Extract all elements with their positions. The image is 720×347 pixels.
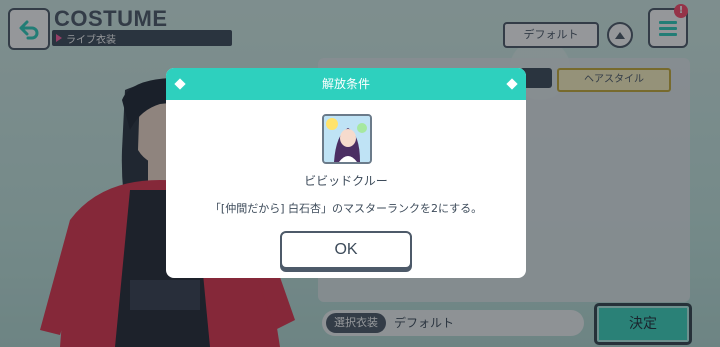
character-portrait [322,114,372,164]
portrait-art [324,116,370,162]
reward-name: ビビッドクルー [304,174,388,188]
dialog-title: 解放条件 [321,77,370,91]
unlock-condition-dialog: 解放条件 ビビッドクルー 「[仲間だから] 白石杏」のマスターランクを2にする。… [166,68,526,278]
dialog-header: 解放条件 [166,68,526,100]
unlock-condition-text: 「[仲間だから] 白石杏」のマスターランクを2にする。 [209,202,483,215]
ok-button[interactable]: OK [280,231,412,269]
